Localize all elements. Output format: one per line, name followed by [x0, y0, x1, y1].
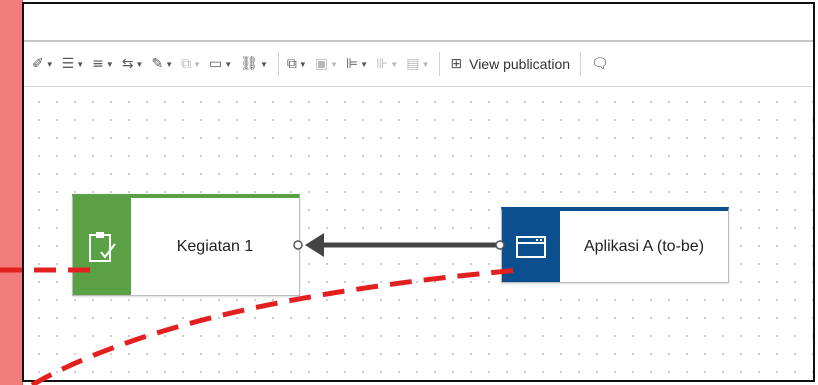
link-icon: ⛓ [240, 56, 258, 72]
shape-style-button[interactable]: ⧉ ▼ [181, 52, 201, 76]
group-icon: ▣ [314, 56, 329, 72]
distribute-icon: ⊪ [376, 56, 389, 72]
connector-arrows-icon: ⇆ [121, 56, 134, 72]
chevron-down-icon: ▼ [298, 59, 307, 69]
toolbar: ✐ ▼ ☰ ▼ ≡ ▼ ⇆ ▼ ✎ ▼ ⧉ ▼ ▭ ▼ ⛓ ▼ ⧉ ▼ ▣ ▼ ⊫ ▼ ⊪ ▼ ▤ ▼ ⊞ View publi… [24, 42, 813, 87]
shape-style-icon: ⧉ [181, 56, 192, 72]
chevron-down-icon: ▼ [193, 59, 202, 69]
diagram-canvas[interactable]: Kegiatan 1 Aplikasi A (to-be) [24, 87, 813, 380]
top-band [24, 4, 813, 42]
chevron-down-icon: ▼ [421, 59, 430, 69]
line-weight-button[interactable]: ≡ ▼ [92, 52, 114, 76]
view-publication-icon: ⊞ [450, 56, 463, 72]
connector-end-handle [495, 240, 505, 250]
fill-color-button[interactable]: ✐ ▼ [32, 52, 54, 76]
chevron-down-icon: ▼ [165, 59, 174, 69]
connector-arrowhead [305, 233, 324, 257]
toolbar-separator [439, 52, 441, 76]
arrange-icon: ⧉ [286, 56, 297, 72]
view-publication-label: View publication [469, 56, 571, 72]
toolbar-separator [580, 52, 582, 76]
size-button[interactable]: ▤ ▼ [406, 52, 429, 76]
line-style-icon: ☰ [61, 56, 75, 72]
edit-shape-button[interactable]: ✎ ▼ [151, 52, 173, 76]
editor-window: ✐ ▼ ☰ ▼ ≡ ▼ ⇆ ▼ ✎ ▼ ⧉ ▼ ▭ ▼ ⛓ ▼ ⧉ ▼ ▣ ▼ ⊫ ▼ ⊪ ▼ ▤ ▼ ⊞ View publi… [22, 2, 815, 382]
align-icon: ⊫ [345, 56, 359, 72]
connector-layer [293, 233, 505, 257]
chevron-down-icon: ▼ [135, 59, 144, 69]
shape-type-button[interactable]: ▭ ▼ [209, 52, 232, 76]
chevron-down-icon: ▼ [390, 59, 399, 69]
line-weight-icon: ≡ [92, 56, 104, 72]
chevron-down-icon: ▼ [105, 59, 114, 69]
chevron-down-icon: ▼ [224, 59, 233, 69]
shape-type-icon: ▭ [209, 56, 223, 72]
view-publication-button[interactable]: ⊞ View publication [450, 56, 570, 72]
connector-arrows-button[interactable]: ⇆ ▼ [122, 52, 144, 76]
line-style-button[interactable]: ☰ ▼ [62, 52, 84, 76]
align-button[interactable]: ⊫ ▼ [346, 52, 368, 76]
connector-start-handle [293, 240, 303, 250]
chevron-down-icon: ▼ [330, 59, 338, 69]
distribute-button[interactable]: ⊪ ▼ [376, 52, 398, 76]
chevron-down-icon: ▼ [259, 59, 268, 69]
add-comment-button[interactable]: 🗨 [591, 52, 609, 76]
link-button[interactable]: ⛓ ▼ [240, 52, 268, 76]
left-red-panel [0, 0, 23, 385]
chevron-down-icon: ▼ [76, 59, 85, 69]
add-comment-icon: 🗨 [591, 56, 609, 72]
size-icon: ▤ [406, 56, 420, 72]
arrange-button[interactable]: ⧉ ▼ [287, 52, 307, 76]
chevron-down-icon: ▼ [45, 59, 54, 69]
group-button[interactable]: ▣ ▼ [315, 52, 338, 76]
fill-color-icon: ✐ [32, 56, 44, 72]
edit-shape-icon: ✎ [151, 56, 164, 72]
chevron-down-icon: ▼ [360, 59, 369, 69]
